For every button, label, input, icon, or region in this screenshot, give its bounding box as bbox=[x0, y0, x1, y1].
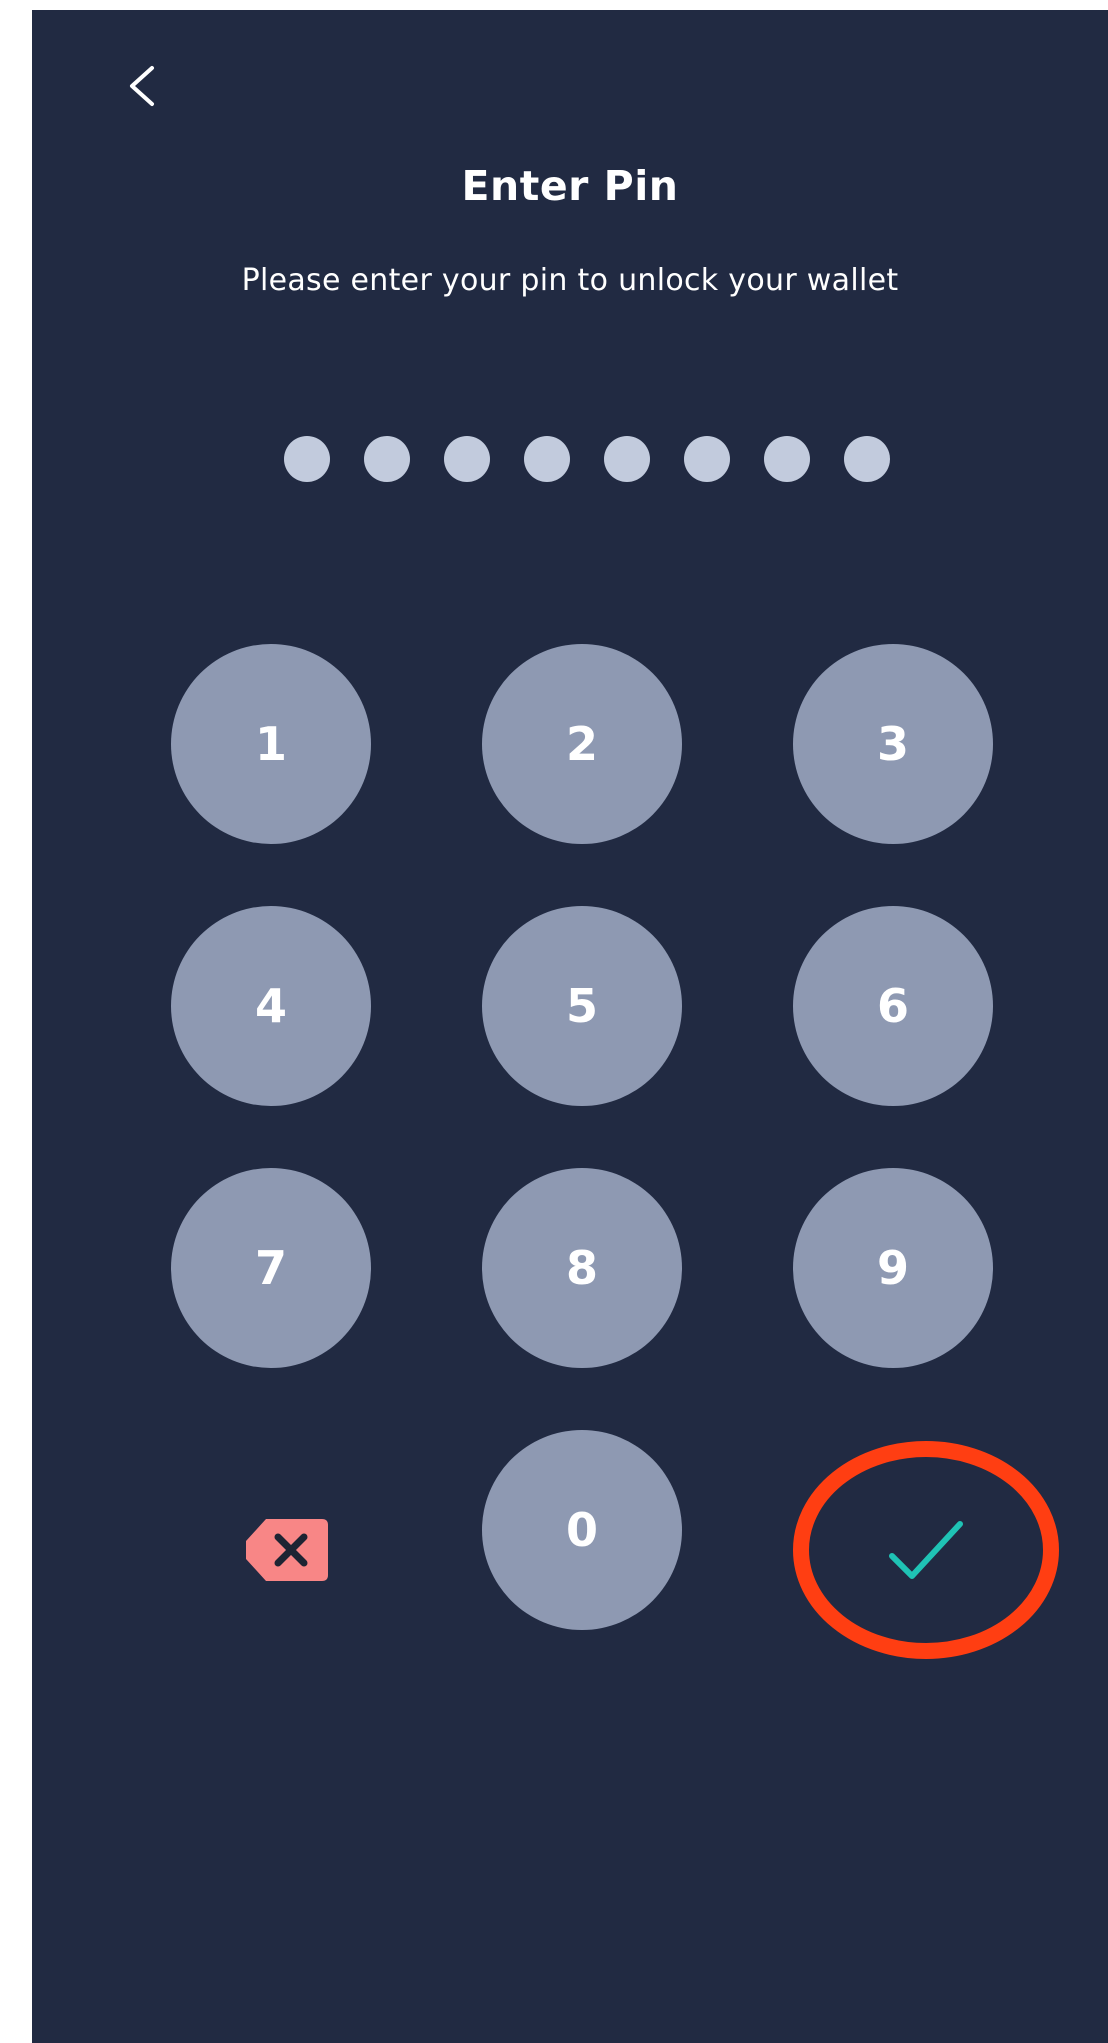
page-subtitle: Please enter your pin to unlock your wal… bbox=[241, 263, 899, 298]
pin-screen: Enter Pin Please enter your pin to unloc… bbox=[32, 10, 1108, 2043]
keypad-key-3[interactable]: 3 bbox=[793, 644, 993, 844]
chevron-left-icon bbox=[130, 66, 154, 106]
keypad-key-4[interactable]: 4 bbox=[171, 906, 371, 1106]
back-button[interactable] bbox=[112, 46, 172, 126]
keypad-key-2[interactable]: 2 bbox=[482, 644, 682, 844]
delete-button[interactable] bbox=[222, 1490, 352, 1610]
pin-dot bbox=[844, 436, 890, 482]
keypad-key-8[interactable]: 8 bbox=[482, 1168, 682, 1368]
pin-dot bbox=[444, 436, 490, 482]
keypad-key-7[interactable]: 7 bbox=[171, 1168, 371, 1368]
pin-dot bbox=[684, 436, 730, 482]
pin-dot bbox=[764, 436, 810, 482]
pin-indicator bbox=[284, 436, 890, 482]
keypad-key-6[interactable]: 6 bbox=[793, 906, 993, 1106]
keypad-key-0[interactable]: 0 bbox=[482, 1430, 682, 1630]
backspace-icon bbox=[246, 1519, 328, 1581]
checkmark-icon bbox=[889, 1521, 963, 1579]
pin-dot bbox=[364, 436, 410, 482]
keypad-key-5[interactable]: 5 bbox=[482, 906, 682, 1106]
page-title: Enter Pin bbox=[461, 162, 679, 210]
keypad-key-9[interactable]: 9 bbox=[793, 1168, 993, 1368]
pin-dot bbox=[284, 436, 330, 482]
confirm-button[interactable] bbox=[792, 1440, 1060, 1660]
pin-dot bbox=[604, 436, 650, 482]
pin-dot bbox=[524, 436, 570, 482]
keypad-key-1[interactable]: 1 bbox=[171, 644, 371, 844]
